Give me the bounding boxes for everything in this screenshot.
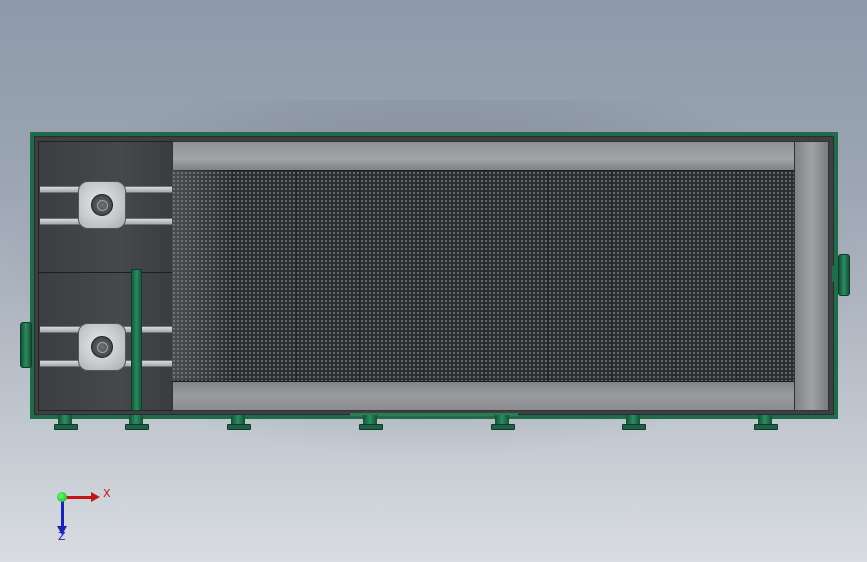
bay-divider [38, 272, 172, 273]
coordinate-axes-icon: X Z [45, 480, 125, 550]
support-leg[interactable] [491, 415, 515, 430]
motor-shaft-icon [91, 194, 113, 216]
support-leg[interactable] [754, 415, 778, 430]
filter-mesh[interactable] [172, 170, 794, 382]
x-axis-label: X [103, 487, 111, 500]
support-leg[interactable] [227, 415, 251, 430]
x-axis-arrow-icon [91, 492, 100, 502]
end-plate[interactable] [794, 141, 829, 411]
support-leg[interactable] [622, 415, 646, 430]
top-channel[interactable] [172, 141, 797, 171]
support-leg[interactable] [125, 415, 149, 430]
motor-shaft-icon [91, 336, 113, 358]
mesh-highlight [172, 170, 232, 380]
origin-icon [57, 492, 67, 502]
bottom-channel[interactable] [172, 380, 797, 411]
z-axis-line [61, 498, 64, 528]
motor-icon[interactable] [78, 181, 126, 229]
motor-icon[interactable] [78, 323, 126, 371]
z-axis-label: Z [58, 530, 66, 543]
outlet-nozzle[interactable] [838, 254, 850, 296]
inlet-nozzle[interactable] [20, 322, 32, 368]
support-leg[interactable] [359, 415, 383, 430]
support-leg[interactable] [54, 415, 78, 430]
drive-rod[interactable] [131, 269, 142, 411]
